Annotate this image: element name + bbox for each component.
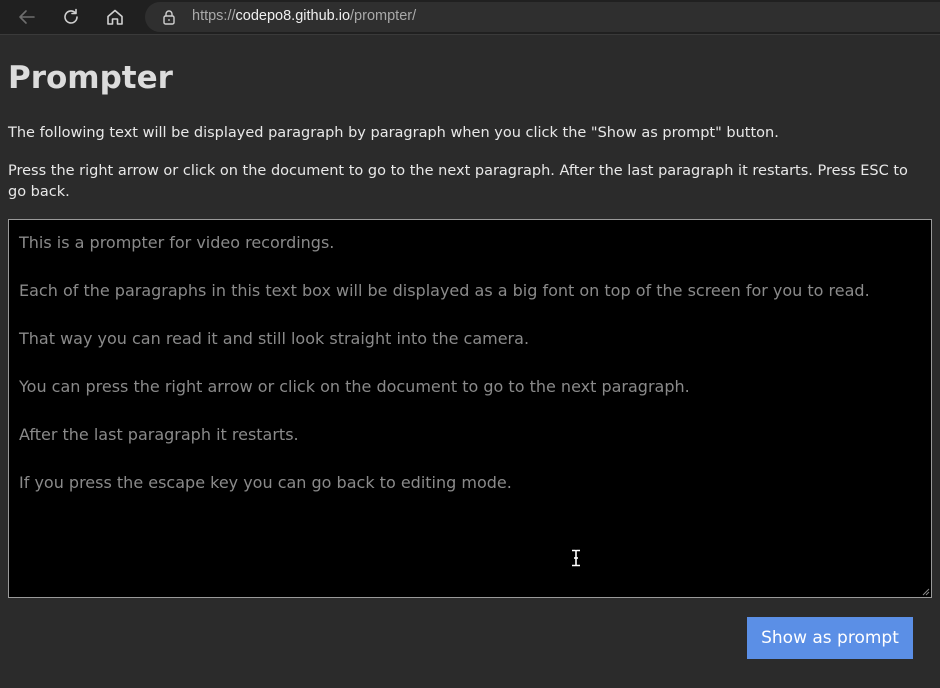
editor-paragraph: If you press the escape key you can go b… [19, 473, 512, 492]
editor-paragraph: That way you can read it and still look … [19, 329, 530, 348]
reload-icon [64, 8, 78, 24]
editor-paragraph: You can press the right arrow or click o… [19, 377, 690, 396]
back-button[interactable] [12, 2, 42, 32]
editor-paragraph: This is a prompter for video recordings. [19, 233, 335, 252]
home-button[interactable] [100, 2, 130, 32]
url-text: https://codepo8.github.io/prompter/ [192, 8, 416, 24]
url-path: /prompter/ [350, 8, 417, 24]
prompt-text-editor[interactable]: This is a prompter for video recordings.… [8, 219, 932, 598]
show-as-prompt-button[interactable]: Show as prompt [747, 617, 913, 659]
intro-text: The following text will be displayed par… [8, 125, 779, 141]
url-scheme: https:// [192, 8, 236, 24]
arrow-left-icon [19, 10, 35, 24]
lock-icon[interactable] [161, 9, 177, 25]
instructions-text: Press the right arrow or click on the do… [8, 163, 908, 200]
text-cursor-icon [572, 549, 580, 567]
address-bar[interactable]: https://codepo8.github.io/prompter/ [145, 2, 940, 32]
resize-handle-icon[interactable] [920, 586, 930, 596]
editor-paragraph: After the last paragraph it restarts. [19, 425, 299, 444]
url-host: codepo8.github.io [235, 8, 351, 24]
editor-paragraph: Each of the paragraphs in this text box … [19, 281, 870, 300]
page-title: Prompter [8, 60, 173, 96]
home-icon [107, 9, 123, 25]
browser-toolbar: https://codepo8.github.io/prompter/ [0, 0, 940, 35]
reload-button[interactable] [56, 2, 86, 32]
